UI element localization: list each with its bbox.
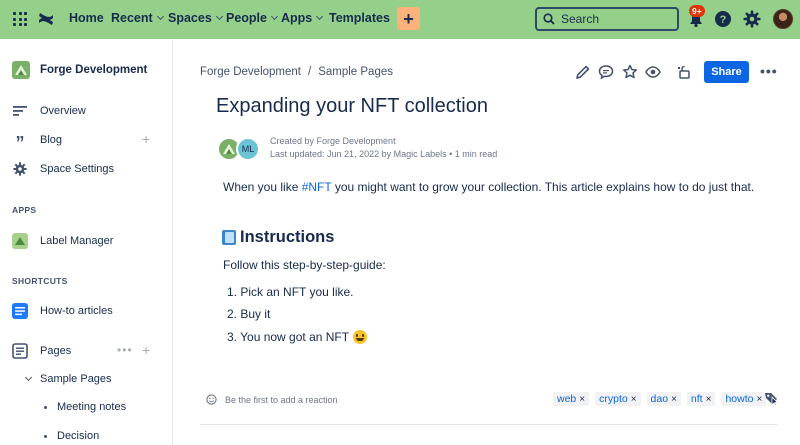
sidebar-item-pages[interactable]: Pages: [12, 343, 71, 359]
page-title: Expanding your NFT collection: [216, 95, 488, 117]
pages-more-icon[interactable]: •••: [117, 344, 133, 356]
label-crypto[interactable]: crypto ×: [595, 392, 641, 406]
user-avatar[interactable]: [773, 9, 793, 29]
byline-created: Created by Forge Development: [270, 136, 396, 146]
help-icon[interactable]: ?: [714, 10, 732, 28]
sidebar-item-space-settings[interactable]: Space Settings: [12, 161, 114, 177]
svg-text:?: ?: [720, 14, 727, 26]
add-blog-icon[interactable]: +: [142, 132, 150, 146]
sidebar: Forge Development Overview ” Blog + Spac…: [0, 39, 173, 445]
chevron-down-icon: [270, 12, 279, 21]
tree-item-sample-pages[interactable]: Sample Pages: [24, 373, 112, 385]
sidebar-item-blog[interactable]: ” Blog: [12, 132, 63, 153]
remove-label-icon[interactable]: ×: [756, 394, 762, 405]
comment-icon[interactable]: [598, 64, 614, 80]
grinning-emoji-icon: [353, 330, 368, 344]
labels-list: web × crypto × dao × nft × howto ×: [553, 392, 767, 406]
emoji-reaction-icon[interactable]: [206, 394, 217, 405]
star-icon[interactable]: [622, 64, 638, 80]
create-button[interactable]: +: [397, 7, 420, 30]
breadcrumb-space[interactable]: Forge Development: [200, 66, 301, 78]
top-navigation: Home Recent Spaces People Apps Templates…: [0, 0, 800, 39]
label-nft[interactable]: nft ×: [686, 392, 716, 406]
bullet-icon: [44, 405, 47, 409]
remove-label-icon[interactable]: ×: [631, 394, 637, 405]
book-emoji-icon: [222, 230, 236, 245]
instructions-heading: Instructions: [222, 228, 334, 247]
label-howto[interactable]: howto ×: [721, 392, 767, 406]
label-manager-icon: [12, 233, 28, 249]
follow-text: Follow this step-by-step-guide:: [223, 258, 386, 272]
chevron-down-icon: [156, 12, 164, 21]
breadcrumb-separator: /: [308, 66, 312, 78]
chevron-down-icon[interactable]: [24, 373, 33, 382]
sidebar-item-overview[interactable]: Overview: [12, 103, 86, 119]
remove-label-icon[interactable]: ×: [671, 394, 677, 405]
editor-avatar[interactable]: ML: [236, 137, 260, 161]
confluence-logo-icon[interactable]: [37, 10, 55, 28]
nft-hashtag-link[interactable]: #NFT: [302, 180, 332, 194]
space-name[interactable]: Forge Development: [40, 64, 147, 76]
byline-updated: Last updated: Jun 21, 2022 by Magic Labe…: [270, 149, 498, 159]
chevron-down-icon: [215, 12, 223, 21]
app-switcher-icon[interactable]: [13, 12, 27, 26]
nav-templates[interactable]: Templates: [329, 11, 390, 25]
add-reaction[interactable]: Be the first to add a reaction: [206, 394, 338, 405]
overview-icon: [12, 103, 28, 119]
breadcrumb: Forge Development / Sample Pages: [200, 66, 393, 78]
nav-home[interactable]: Home: [69, 11, 104, 25]
tree-item-meeting-notes[interactable]: Meeting notes: [44, 401, 126, 413]
shortcuts-heading: SHORTCUTS: [12, 276, 68, 286]
pages-icon: [12, 343, 28, 359]
add-page-icon[interactable]: +: [142, 343, 150, 357]
more-actions-icon[interactable]: •••: [760, 64, 778, 78]
settings-gear-icon[interactable]: [743, 10, 761, 28]
remove-label-icon[interactable]: ×: [706, 394, 712, 405]
label-dao[interactable]: dao ×: [646, 392, 681, 406]
label-web[interactable]: web ×: [553, 392, 590, 406]
nav-recent[interactable]: Recent: [111, 11, 164, 25]
bullet-icon: [44, 434, 47, 438]
search-box[interactable]: [535, 7, 679, 31]
list-item: 3. You now got an NFT: [227, 330, 368, 344]
notification-badge: 9+: [689, 5, 705, 17]
sidebar-item-how-to-articles[interactable]: How-to articles: [12, 303, 113, 319]
list-item: 1. Pick an NFT you like.: [227, 285, 354, 299]
edit-labels-icon[interactable]: [764, 391, 778, 405]
gear-icon: [12, 161, 28, 177]
intro-paragraph: When you like #NFT you might want to gro…: [223, 180, 755, 194]
nav-people[interactable]: People: [226, 11, 279, 25]
breadcrumb-sample-pages[interactable]: Sample Pages: [318, 66, 393, 78]
quote-icon: ”: [15, 133, 25, 153]
apps-heading: APPS: [12, 205, 37, 215]
nav-apps[interactable]: Apps: [281, 11, 324, 25]
nav-spaces[interactable]: Spaces: [168, 11, 223, 25]
list-item: 2. Buy it: [227, 307, 271, 321]
sidebar-item-label-manager[interactable]: Label Manager: [12, 233, 113, 249]
tree-item-decision[interactable]: Decision: [44, 430, 99, 442]
chevron-down-icon: [316, 12, 324, 21]
space-logo-icon[interactable]: [12, 61, 30, 79]
search-icon: [543, 13, 555, 25]
edit-pencil-icon[interactable]: [575, 64, 591, 80]
share-button[interactable]: Share: [704, 61, 749, 83]
watch-eye-icon[interactable]: [645, 64, 661, 80]
content-divider: [200, 424, 778, 425]
search-input[interactable]: [561, 12, 671, 26]
document-icon: [12, 303, 28, 319]
remove-label-icon[interactable]: ×: [579, 394, 585, 405]
restrictions-lock-icon[interactable]: [676, 64, 692, 80]
